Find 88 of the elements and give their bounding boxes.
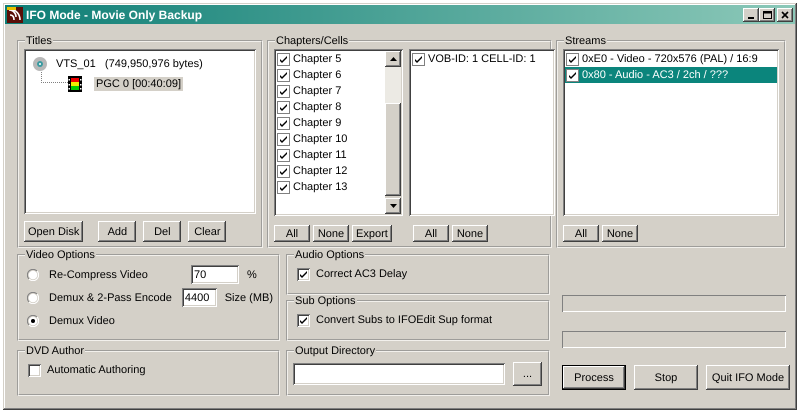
chapter-button[interactable]: Export	[352, 225, 392, 242]
tree-button[interactable]: Add	[98, 221, 136, 242]
minimize-button[interactable]	[743, 8, 759, 22]
checkbox[interactable]	[277, 68, 290, 82]
stream-label: 0xE0 - Video - 720x576 (PAL) / 16:9	[582, 53, 758, 65]
output-directory-field[interactable]	[293, 363, 505, 385]
chapter-label: Chapter 11	[293, 149, 347, 161]
stream-row[interactable]: 0xE0 - Video - 720x576 (PAL) / 16:9	[565, 51, 777, 67]
checkbox[interactable]	[566, 52, 579, 66]
chapter-button[interactable]: None	[313, 225, 349, 242]
close-button[interactable]	[777, 8, 793, 22]
disc-icon	[32, 56, 48, 72]
chapter-label: Chapter 10	[293, 133, 348, 145]
close-icon	[781, 10, 789, 18]
chapter-list[interactable]: Chapter 5 Chapter 6 Chapter 7 Chapter 8 Chapter 9 Chapter 10 Chapter 11 Chapter 12 Chapter 13	[274, 49, 403, 216]
scrollbar[interactable]	[385, 51, 401, 214]
app-icon	[7, 6, 23, 22]
radio-button[interactable]	[27, 268, 39, 280]
chapter-label: Chapter 5	[293, 53, 342, 65]
chapter-button[interactable]: All	[274, 225, 310, 242]
group-label: Audio Options	[294, 249, 366, 261]
window-title: IFO Mode - Movie Only Backup	[26, 8, 204, 22]
scroll-up-button[interactable]	[385, 51, 401, 67]
checkbox[interactable]	[28, 364, 41, 376]
maximize-icon	[762, 10, 772, 18]
titles-tree[interactable]: VTS_01 (749,950,976 bytes) PGC 0 [00:40:09]	[24, 49, 256, 214]
option-label: Demux Video	[49, 314, 116, 326]
tree-button[interactable]: Del	[143, 221, 182, 242]
group-label: Streams	[564, 35, 607, 47]
scroll-down-button[interactable]	[385, 198, 401, 214]
chapter-label: Chapter 9	[293, 117, 342, 129]
checkbox[interactable]	[277, 164, 290, 178]
cell-button[interactable]: None	[452, 225, 488, 242]
radio-button[interactable]	[27, 292, 39, 304]
chapter-label: Chapter 12	[293, 165, 348, 177]
checkbox[interactable]	[277, 116, 290, 130]
cell-list[interactable]: VOB-ID: 1 CELL-ID: 1	[409, 49, 555, 216]
checkbox[interactable]	[277, 148, 290, 162]
cell-button[interactable]: All	[413, 225, 449, 242]
checkbox[interactable]	[297, 314, 310, 326]
checkbox[interactable]	[412, 52, 425, 66]
tree-button[interactable]: Open Disk	[24, 221, 84, 242]
input-field[interactable]: 70	[191, 265, 239, 284]
group-label: Titles	[25, 35, 53, 47]
action-button[interactable]: Quit IFO Mode	[706, 365, 790, 390]
unit-label: Size (MB)	[224, 292, 273, 304]
unit-label: %	[247, 268, 257, 280]
chapter-label: Chapter 7	[293, 85, 342, 97]
checkbox[interactable]	[277, 52, 290, 66]
up-arrow-icon	[390, 57, 396, 61]
browse-button[interactable]: ...	[513, 362, 542, 386]
minimize-icon	[748, 16, 754, 18]
radio-button[interactable]	[27, 314, 39, 326]
stream-button[interactable]: None	[602, 225, 638, 242]
option-label: Re-Compress Video	[49, 268, 149, 280]
checkbox[interactable]	[277, 180, 290, 194]
scroll-thumb[interactable]	[385, 103, 401, 196]
checkbox[interactable]	[277, 84, 290, 98]
tree-item[interactable]: VTS_01 (749,950,976 bytes)	[54, 57, 205, 71]
down-arrow-icon	[390, 204, 396, 208]
action-button[interactable]: Process	[562, 365, 626, 390]
stream-label: 0x80 - Audio - AC3 / 2ch / ???	[582, 69, 728, 81]
stream-button[interactable]: All	[563, 225, 599, 242]
option-label: Demux & 2-Pass Encode	[49, 292, 172, 304]
checkbox[interactable]	[566, 68, 579, 82]
checkbox[interactable]	[277, 132, 290, 146]
group-label: Sub Options	[294, 295, 357, 307]
tree-item[interactable]: PGC 0 [00:40:09]	[94, 77, 183, 91]
maximize-button[interactable]	[759, 8, 775, 22]
stream-row[interactable]: 0x80 - Audio - AC3 / 2ch / ???	[565, 67, 777, 83]
stream-list[interactable]: 0xE0 - Video - 720x576 (PAL) / 16:9 0x80 - Audio - AC3 / 2ch / ???	[563, 49, 779, 216]
group-label: Chapters/Cells	[275, 35, 350, 47]
group-label: Output Directory	[294, 345, 376, 357]
group-label: Video Options	[25, 249, 96, 261]
film-icon	[68, 76, 82, 92]
tree-button[interactable]: Clear	[188, 221, 226, 242]
option-label: Correct AC3 Delay	[316, 268, 408, 280]
input-field[interactable]: 4400	[182, 288, 217, 307]
chapter-label: Chapter 13	[293, 181, 348, 193]
chapter-label: Chapter 8	[293, 101, 342, 113]
group-label: DVD Author	[25, 345, 86, 357]
cell-label: VOB-ID: 1 CELL-ID: 1	[428, 53, 536, 65]
checkbox[interactable]	[277, 100, 290, 114]
option-label: Convert Subs to IFOEdit Sup format	[316, 314, 492, 326]
chapter-label: Chapter 6	[293, 69, 342, 81]
action-button[interactable]: Stop	[634, 365, 698, 390]
checkbox[interactable]	[297, 268, 310, 280]
option-label: Automatic Authoring	[47, 364, 146, 376]
